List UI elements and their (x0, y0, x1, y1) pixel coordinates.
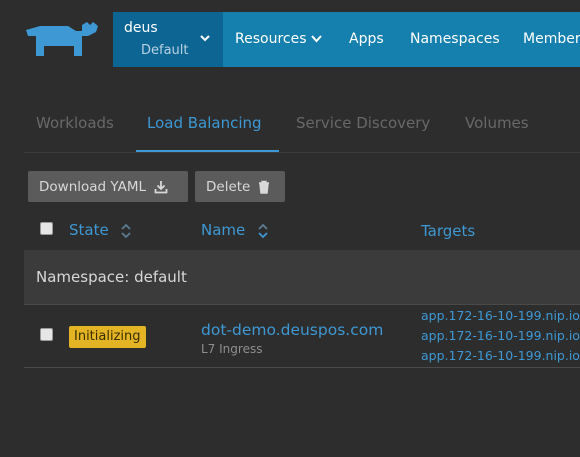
sort-icon[interactable] (257, 222, 269, 240)
download-yaml-label: Download YAML (39, 178, 146, 195)
target-link[interactable]: app.172-16-10-199.nip.io/ (421, 348, 580, 363)
nav-members[interactable]: Member (523, 31, 580, 47)
top-header: deus Default Resources Apps Namespaces M… (0, 0, 580, 67)
chevron-down-icon (311, 35, 322, 43)
table-header: State Name Targets (24, 212, 580, 250)
target-link[interactable]: app.172-16-10-199.nip.io/re (421, 328, 580, 343)
tab-volumes[interactable]: Volumes (465, 114, 529, 132)
download-yaml-button[interactable]: Download YAML (28, 171, 188, 202)
tab-service-discovery[interactable]: Service Discovery (296, 114, 430, 132)
status-badge: Initializing (69, 326, 146, 348)
cluster-switcher[interactable]: deus Default (113, 12, 223, 67)
load-balancer-type: L7 Ingress (201, 342, 263, 356)
column-state[interactable]: State (69, 221, 109, 239)
project-name: Default (141, 43, 189, 58)
active-tab-indicator (136, 150, 279, 152)
column-name[interactable]: Name (201, 221, 245, 239)
sort-icon[interactable] (120, 222, 132, 240)
row-checkbox[interactable] (40, 328, 53, 341)
nav-apps[interactable]: Apps (349, 31, 384, 47)
tab-load-balancing[interactable]: Load Balancing (147, 114, 262, 132)
nav-resources[interactable]: Resources (235, 31, 322, 47)
cluster-name: deus (124, 20, 158, 36)
trash-icon (259, 180, 270, 194)
nav-namespaces[interactable]: Namespaces (410, 31, 500, 47)
download-icon (154, 180, 168, 193)
table-row: Initializing dot-demo.deuspos.com L7 Ing… (24, 306, 580, 368)
target-link[interactable]: app.172-16-10-199.nip.io/to (421, 308, 580, 323)
tab-workloads[interactable]: Workloads (36, 114, 114, 132)
load-balancer-name-link[interactable]: dot-demo.deuspos.com (201, 321, 383, 339)
rancher-logo-icon[interactable] (24, 22, 100, 58)
tab-bar: Workloads Load Balancing Service Discove… (24, 100, 580, 153)
main-nav: Resources Apps Namespaces Member (223, 12, 580, 67)
select-all-checkbox[interactable] (40, 222, 53, 235)
delete-button[interactable]: Delete (195, 171, 285, 202)
column-targets: Targets (421, 222, 476, 240)
delete-label: Delete (206, 178, 251, 195)
chevron-down-icon (200, 35, 210, 42)
namespace-group-label: Namespace: default (36, 268, 187, 286)
logo-area (0, 12, 113, 67)
namespace-group-row: Namespace: default (24, 250, 580, 305)
